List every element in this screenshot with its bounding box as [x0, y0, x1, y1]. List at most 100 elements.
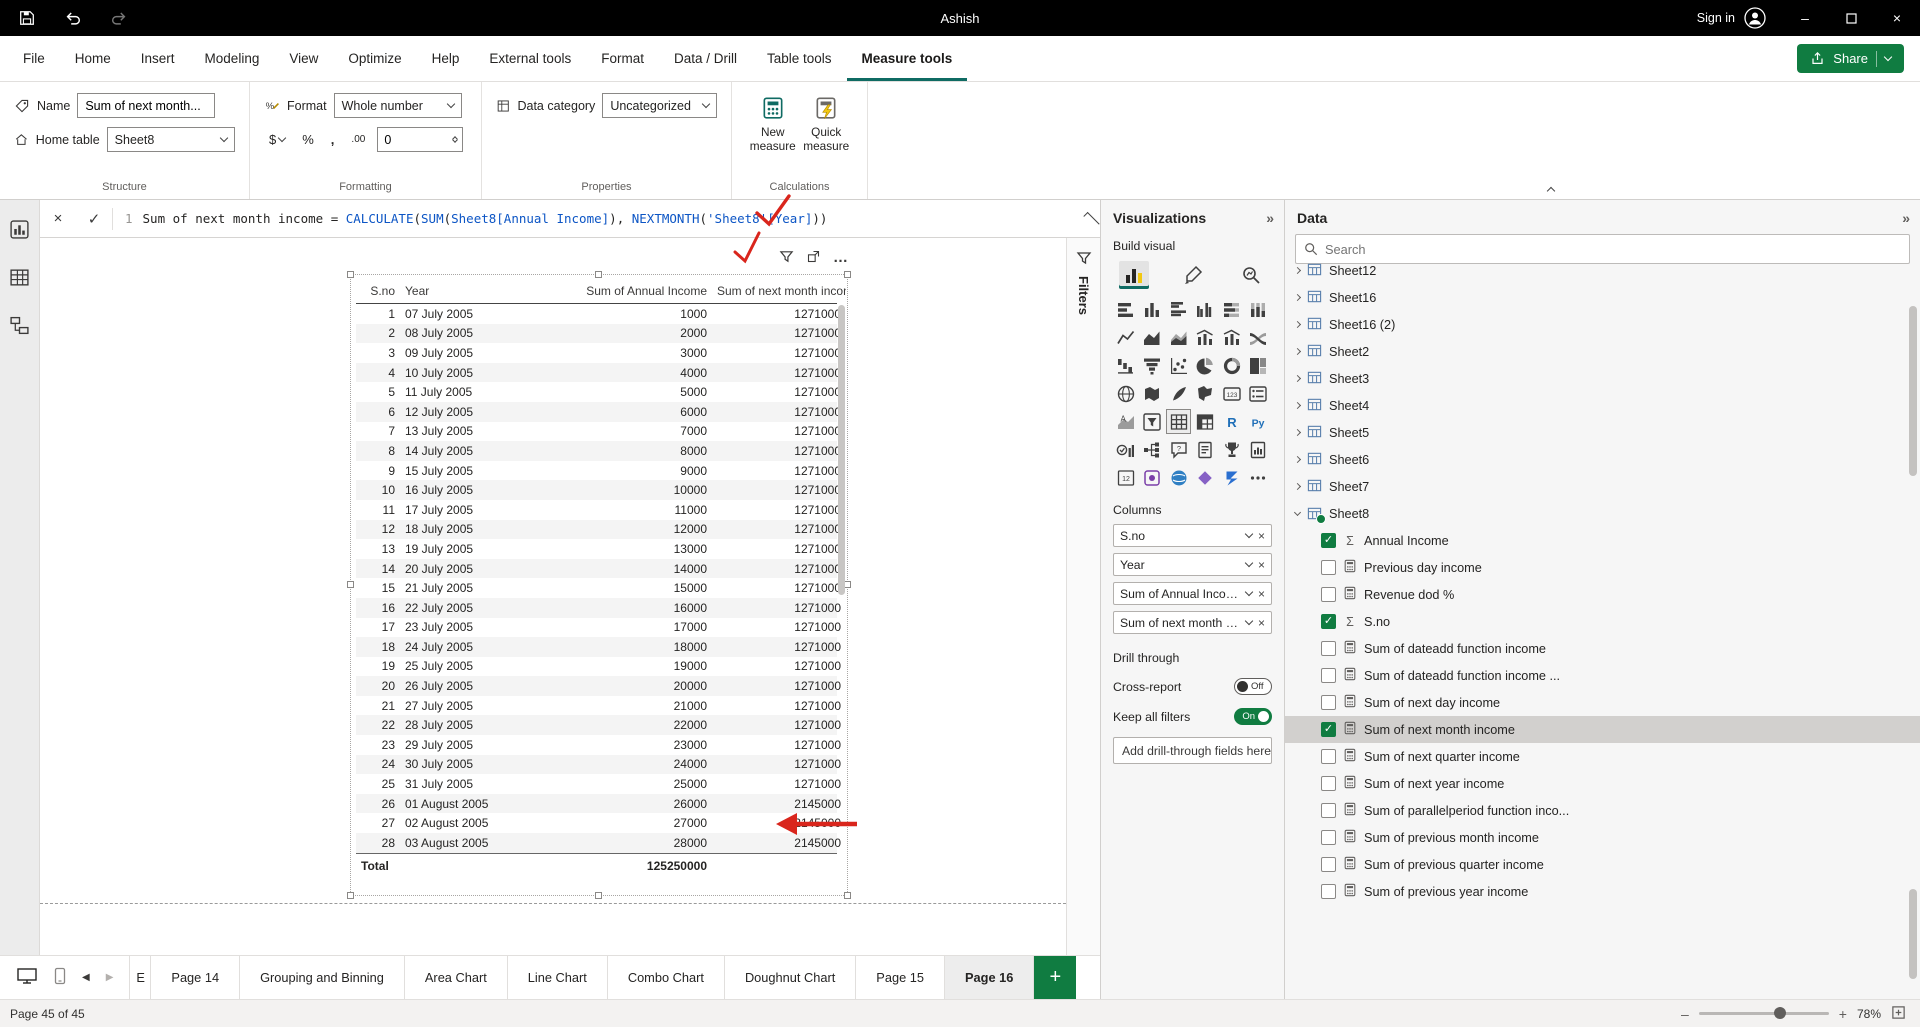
percent-format-button[interactable]: % — [297, 132, 319, 147]
column-header-sum-of-next-month-income[interactable]: Sum of next month income — [712, 284, 846, 298]
decimal-places-input[interactable] — [378, 129, 438, 151]
field-dropdown-icon[interactable] — [1245, 530, 1253, 538]
expand-filters-icon[interactable] — [1076, 250, 1092, 266]
visual-stacked-area-chart-icon[interactable] — [1166, 325, 1191, 350]
field-checkbox[interactable] — [1321, 614, 1336, 629]
new-measure-button[interactable]: New measure — [746, 92, 800, 156]
page-tab-page-15[interactable]: Page 15 — [856, 956, 945, 999]
field-well-sum-of-annual-income[interactable]: Sum of Annual Income× — [1113, 582, 1272, 605]
field-node-sum-of-next-day-income[interactable]: Sum of next day income — [1285, 689, 1920, 716]
visual-metrics-icon[interactable] — [1219, 437, 1244, 462]
table-node-sheet6[interactable]: Sheet6 — [1285, 446, 1920, 473]
column-header-year[interactable]: Year — [400, 284, 550, 298]
collapse-data-pane-icon[interactable]: » — [1902, 210, 1908, 226]
expand-chevron-icon[interactable] — [1294, 267, 1301, 274]
field-node-sum-of-previous-quarter-income[interactable]: Sum of previous quarter income — [1285, 851, 1920, 878]
search-input[interactable] — [1325, 242, 1901, 257]
remove-field-icon[interactable]: × — [1258, 529, 1265, 543]
collapse-formula-bar-icon[interactable] — [1083, 212, 1099, 228]
remove-field-icon[interactable]: × — [1258, 616, 1265, 630]
visual-more-visuals-icon[interactable] — [1246, 465, 1271, 490]
visual-area-chart-icon[interactable] — [1140, 325, 1165, 350]
page-tab-e[interactable]: E — [129, 956, 151, 999]
visual-smart-narrative-icon[interactable] — [1193, 437, 1218, 462]
field-checkbox[interactable] — [1321, 830, 1336, 845]
zoom-slider-thumb[interactable] — [1774, 1007, 1786, 1019]
table-visual[interactable]: S.noYearSum of Annual IncomeSum of next … — [350, 274, 848, 896]
column-header-sum-of-annual-income[interactable]: Sum of Annual Income — [550, 284, 712, 298]
collapse-ribbon-icon[interactable] — [1547, 187, 1555, 195]
table-node-sheet12[interactable]: Sheet12 — [1285, 257, 1920, 284]
page-tab-line-chart[interactable]: Line Chart — [508, 956, 608, 999]
visual-python-visual-icon[interactable]: Py — [1246, 409, 1271, 434]
visual-table-icon[interactable] — [1166, 409, 1191, 434]
resize-handle[interactable] — [844, 271, 851, 278]
column-header-s-no[interactable]: S.no — [356, 284, 400, 298]
redo-icon[interactable] — [106, 5, 132, 31]
visual-slicer-icon[interactable] — [1140, 409, 1165, 434]
sign-in-button[interactable]: Sign in — [1697, 7, 1766, 29]
field-node-annual-income[interactable]: ΣAnnual Income — [1285, 527, 1920, 554]
visual-scatter-chart-icon[interactable] — [1166, 353, 1191, 378]
field-node-sum-of-dateadd-function-income[interactable]: Sum of dateadd function income — [1285, 635, 1920, 662]
menu-tab-measure-tools[interactable]: Measure tools — [847, 36, 968, 81]
field-node-previous-day-income[interactable]: Previous day income — [1285, 554, 1920, 581]
dax-formula-text[interactable]: Sum of next month income = CALCULATE(SUM… — [143, 211, 828, 226]
field-node-sum-of-next-year-income[interactable]: Sum of next year income — [1285, 770, 1920, 797]
share-dropdown-icon[interactable] — [1884, 53, 1892, 61]
resize-handle[interactable] — [347, 581, 354, 588]
expand-chevron-icon[interactable] — [1294, 456, 1301, 463]
new-page-button[interactable]: + — [1034, 956, 1076, 999]
visual-waterfall-chart-icon[interactable] — [1113, 353, 1138, 378]
field-checkbox[interactable] — [1321, 722, 1336, 737]
menu-tab-view[interactable]: View — [274, 36, 333, 81]
field-checkbox[interactable] — [1321, 749, 1336, 764]
table-node-sheet7[interactable]: Sheet7 — [1285, 473, 1920, 500]
menu-tab-insert[interactable]: Insert — [126, 36, 190, 81]
visual-power-automate-icon[interactable] — [1219, 465, 1244, 490]
visual-100-stacked-column-chart-icon[interactable] — [1246, 297, 1271, 322]
field-node-sum-of-next-quarter-income[interactable]: Sum of next quarter income — [1285, 743, 1920, 770]
table-node-sheet8[interactable]: Sheet8 — [1285, 500, 1920, 527]
table-view-icon[interactable] — [7, 264, 33, 290]
field-checkbox[interactable] — [1321, 695, 1336, 710]
field-dropdown-icon[interactable] — [1245, 588, 1253, 596]
drill-through-fields-well[interactable]: Add drill-through fields here — [1113, 737, 1272, 764]
page-tab-page-16[interactable]: Page 16 — [945, 956, 1034, 999]
field-node-sum-of-next-month-income[interactable]: Sum of next month income — [1285, 716, 1920, 743]
resize-handle[interactable] — [844, 892, 851, 899]
collapse-visualizations-icon[interactable]: » — [1266, 210, 1272, 226]
menu-tab-table-tools[interactable]: Table tools — [752, 36, 847, 81]
minimize-button[interactable]: – — [1782, 0, 1828, 36]
expand-chevron-icon[interactable] — [1294, 429, 1301, 436]
menu-tab-external-tools[interactable]: External tools — [474, 36, 586, 81]
table-node-sheet2[interactable]: Sheet2 — [1285, 338, 1920, 365]
build-visual-tab-icon[interactable] — [1119, 261, 1149, 289]
field-checkbox[interactable] — [1321, 668, 1336, 683]
field-well-year[interactable]: Year× — [1113, 553, 1272, 576]
field-dropdown-icon[interactable] — [1245, 617, 1253, 625]
field-checkbox[interactable] — [1321, 533, 1336, 548]
save-icon[interactable] — [14, 5, 40, 31]
visual-q-and-a-icon[interactable]: ? — [1166, 437, 1191, 462]
expand-chevron-icon[interactable] — [1294, 483, 1301, 490]
table-node-sheet3[interactable]: Sheet3 — [1285, 365, 1920, 392]
page-tab-page-14[interactable]: Page 14 — [151, 956, 240, 999]
filters-pane-collapsed[interactable]: Filters — [1066, 238, 1100, 955]
menu-tab-format[interactable]: Format — [586, 36, 659, 81]
expand-chevron-icon[interactable] — [1294, 375, 1301, 382]
data-pane-scrollbar[interactable] — [1909, 272, 1917, 989]
expand-chevron-icon[interactable] — [1294, 348, 1301, 355]
visual-power-bi-custom-visual-icon[interactable] — [1193, 465, 1218, 490]
field-well-s-no[interactable]: S.no× — [1113, 524, 1272, 547]
visual-scorecard-icon[interactable]: 12 — [1113, 465, 1138, 490]
visual-stacked-bar-chart-icon[interactable] — [1113, 297, 1138, 322]
table-node-sheet16-2[interactable]: Sheet16 (2) — [1285, 311, 1920, 338]
quick-measure-button[interactable]: Quick measure — [800, 92, 854, 156]
field-checkbox[interactable] — [1321, 641, 1336, 656]
expand-chevron-icon[interactable] — [1294, 321, 1301, 328]
field-node-revenue-dod[interactable]: Revenue dod % — [1285, 581, 1920, 608]
previous-page-icon[interactable]: ◀ — [82, 972, 90, 983]
page-tab-combo-chart[interactable]: Combo Chart — [608, 956, 725, 999]
commit-formula-icon[interactable]: ✓ — [76, 200, 112, 237]
